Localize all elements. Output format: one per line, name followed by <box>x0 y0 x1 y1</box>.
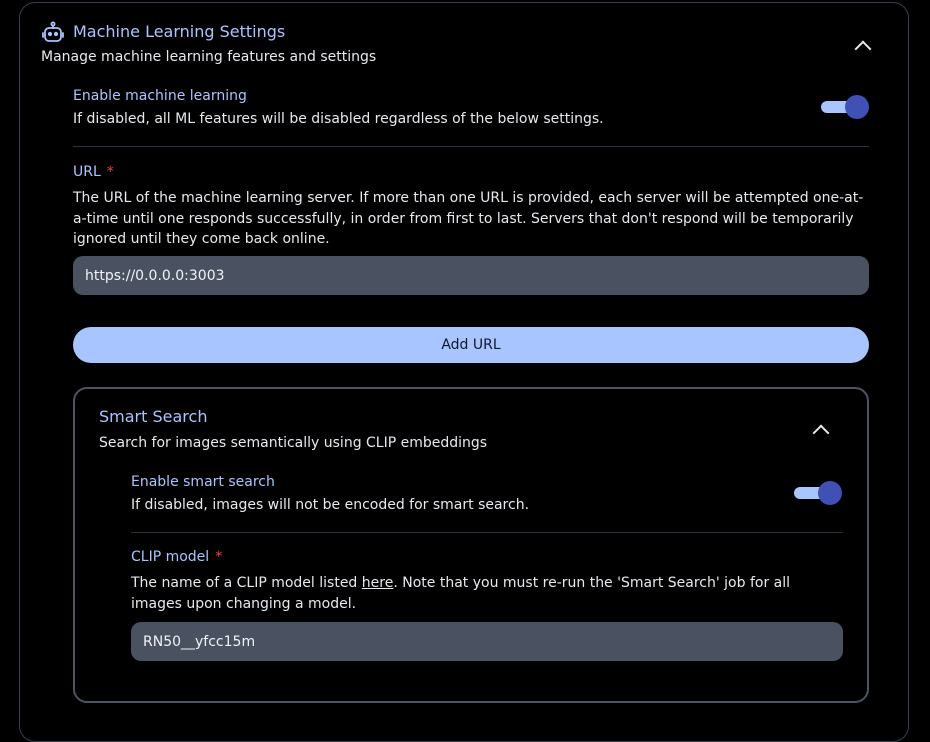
smart-search-card: Smart Search Search for images semantica… <box>73 387 869 703</box>
smart-search-title: Smart Search <box>99 407 208 426</box>
section-description: Manage machine learning features and set… <box>41 49 377 65</box>
clip-model-label: CLIP model * <box>131 549 222 565</box>
enable-smart-search-help: If disabled, images will not be encoded … <box>131 497 530 513</box>
enable-smart-search-label: Enable smart search <box>131 474 275 490</box>
url-help: The URL of the machine learning server. … <box>73 190 864 247</box>
clip-model-help-text: The name of a CLIP model listed <box>131 575 362 591</box>
collapse-smart-search-button[interactable] <box>810 419 832 442</box>
toggle-knob <box>845 95 869 119</box>
clip-model-label-text: CLIP model <box>131 549 210 565</box>
enable-ml-help: If disabled, all ML features will be dis… <box>73 111 604 127</box>
add-url-button[interactable]: Add URL <box>73 327 869 363</box>
clip-model-input[interactable]: RN50__yfcc15m <box>131 622 843 661</box>
collapse-section-button[interactable] <box>852 35 874 58</box>
enable-smart-search-toggle[interactable] <box>794 481 842 505</box>
url-label: URL * <box>73 164 114 180</box>
toggle-knob <box>818 481 842 505</box>
enable-ml-toggle[interactable] <box>821 95 869 119</box>
url-label-text: URL <box>73 164 101 180</box>
section-title: Machine Learning Settings <box>73 22 286 41</box>
chevron-up-icon <box>854 40 872 58</box>
enable-ml-label: Enable machine learning <box>73 88 247 104</box>
robot-icon <box>41 21 65 45</box>
divider <box>131 532 843 533</box>
smart-search-description: Search for images semantically using CLI… <box>99 435 488 451</box>
divider <box>73 146 869 147</box>
chevron-up-icon <box>812 424 830 442</box>
ml-settings-panel: Machine Learning Settings Manage machine… <box>19 2 909 742</box>
required-marker: * <box>106 164 114 180</box>
clip-models-link[interactable]: here <box>362 575 394 591</box>
required-marker: * <box>215 549 223 565</box>
url-input[interactable]: https://0.0.0.0:3003 <box>73 256 869 295</box>
clip-model-help: The name of a CLIP model listed here. No… <box>131 573 831 614</box>
